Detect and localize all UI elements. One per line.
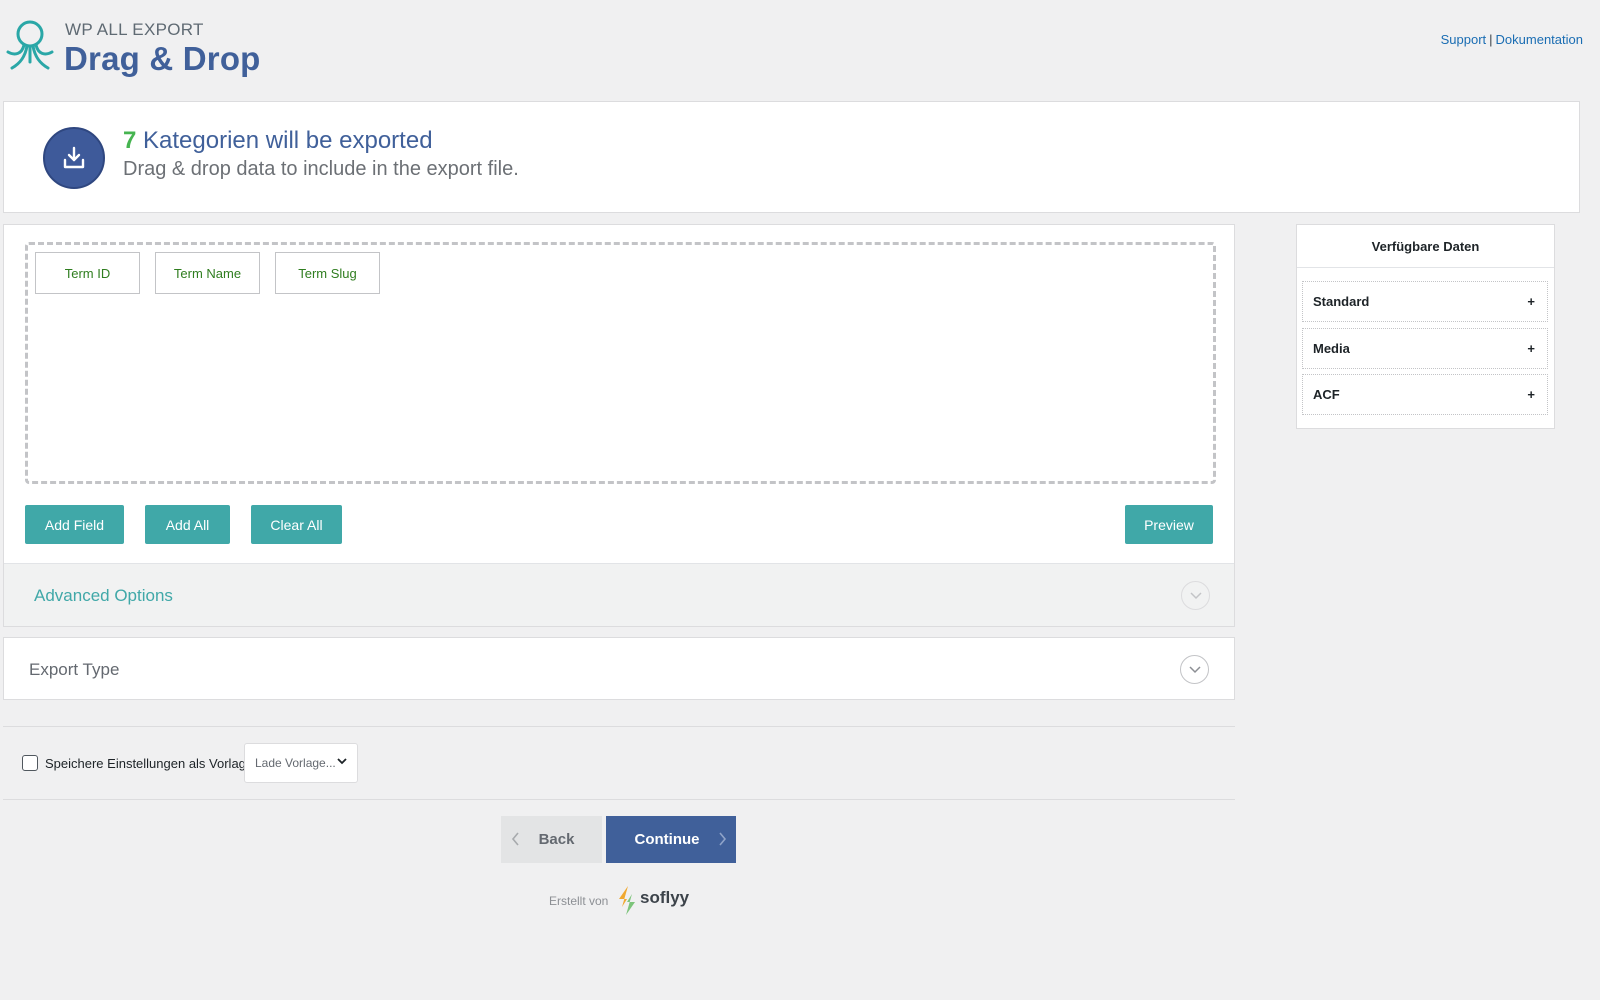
octopus-logo-icon	[6, 20, 54, 70]
page-header: WP ALL EXPORT Drag & Drop Support | Dokume…	[0, 0, 1600, 95]
chevron-down-icon	[337, 758, 347, 765]
export-headline-text: Kategorien will be exported	[136, 127, 433, 154]
add-field-button[interactable]: Add Field	[25, 505, 124, 544]
back-label: Back	[538, 831, 575, 848]
continue-label: Continue	[634, 831, 700, 848]
soflyy-brand: soflyy	[640, 888, 690, 907]
sidebar-item-label: Standard	[1313, 294, 1370, 309]
load-template-select[interactable]: Lade Vorlage...	[244, 743, 358, 783]
chevron-left-icon	[511, 832, 519, 846]
help-links: Support | Dokumentation	[1441, 32, 1583, 47]
page-title: Drag & Drop	[64, 40, 261, 77]
field-dropzone[interactable]: Term ID Term Name Term Slug	[25, 242, 1216, 484]
template-options: Speichere Einstellungen als Vorlage Lade…	[21, 742, 621, 784]
export-summary-banner: 7 Kategorien will be exported Drag & dro…	[3, 101, 1580, 213]
export-instructions: Drag & drop data to include in the expor…	[123, 158, 519, 180]
links-separator: |	[1489, 32, 1493, 47]
sidebar-item-label: Media	[1313, 341, 1350, 356]
documentation-link[interactable]: Dokumentation	[1496, 32, 1583, 47]
divider	[3, 799, 1235, 800]
sidebar-item-label: ACF	[1313, 387, 1340, 402]
back-button[interactable]: Back	[501, 816, 602, 863]
field-chip-term-slug[interactable]: Term Slug	[275, 252, 380, 294]
sidebar-item-acf[interactable]: ACF +	[1302, 374, 1548, 415]
divider	[3, 726, 1235, 727]
export-count: 7	[123, 127, 137, 154]
continue-button[interactable]: Continue	[606, 816, 736, 863]
expand-plus-icon[interactable]: +	[1527, 294, 1535, 309]
export-type-section[interactable]: Export Type	[3, 637, 1235, 700]
made-by-text: Erstellt von	[549, 894, 609, 908]
footer-credit: Erstellt von soflyy	[549, 884, 749, 918]
preview-button[interactable]: Preview	[1125, 505, 1213, 544]
chevron-down-icon[interactable]	[1181, 581, 1210, 610]
sidebar-title: Verfügbare Daten	[1297, 225, 1554, 268]
download-icon	[43, 127, 105, 189]
export-type-label: Export Type	[29, 660, 120, 679]
chevron-right-icon	[719, 832, 727, 846]
field-chip-term-id[interactable]: Term ID	[35, 252, 140, 294]
save-template-checkbox[interactable]	[22, 755, 38, 771]
chevron-down-icon[interactable]	[1180, 655, 1209, 684]
save-template-label: Speichere Einstellungen als Vorlage	[45, 756, 254, 771]
brand-subtitle: WP ALL EXPORT	[65, 20, 204, 39]
expand-plus-icon[interactable]: +	[1527, 341, 1535, 356]
field-chip-term-name[interactable]: Term Name	[155, 252, 260, 294]
available-data-sidebar: Verfügbare Daten Standard + Media + ACF …	[1296, 224, 1555, 429]
export-fields-panel: Term ID Term Name Term Slug Add Field Ad…	[3, 224, 1235, 627]
clear-all-button[interactable]: Clear All	[251, 505, 342, 544]
add-all-button[interactable]: Add All	[145, 505, 230, 544]
sidebar-item-standard[interactable]: Standard +	[1302, 281, 1548, 322]
sidebar-item-media[interactable]: Media +	[1302, 328, 1548, 369]
export-count-headline: 7 Kategorien will be exported	[123, 127, 433, 155]
support-link[interactable]: Support	[1441, 32, 1487, 47]
load-template-value: Lade Vorlage...	[255, 756, 336, 770]
soflyy-logo-icon	[619, 886, 635, 915]
advanced-options-section[interactable]: Advanced Options	[4, 563, 1234, 626]
expand-plus-icon[interactable]: +	[1527, 387, 1535, 402]
advanced-options-label: Advanced Options	[34, 586, 173, 605]
